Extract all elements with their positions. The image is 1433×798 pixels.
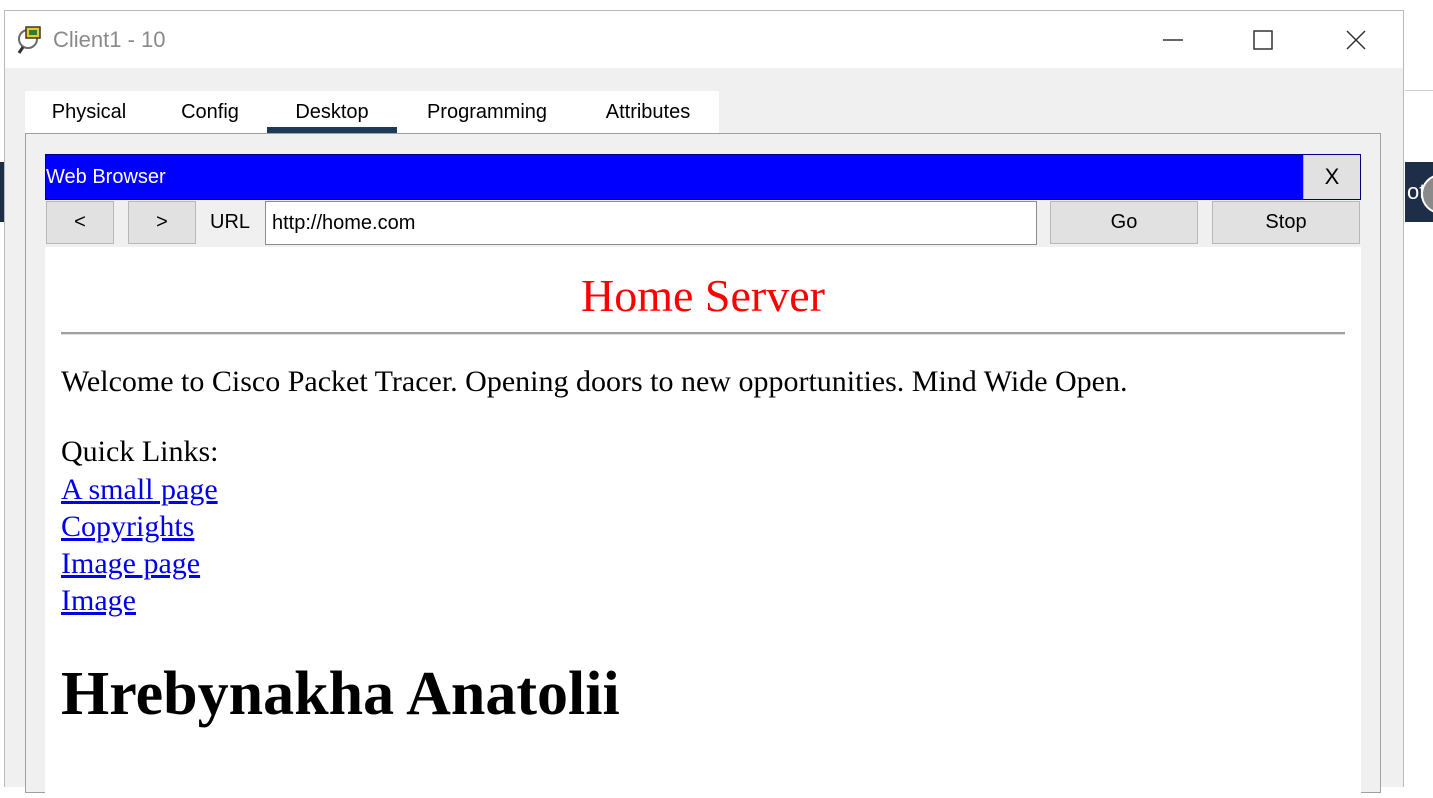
close-window-button[interactable] bbox=[1310, 11, 1402, 68]
minimize-icon bbox=[1163, 38, 1183, 41]
quick-links-label: Quick Links: bbox=[61, 435, 219, 468]
quick-links-list: A small page Copyrights Image page Image bbox=[61, 471, 218, 619]
back-button[interactable]: < bbox=[46, 201, 114, 244]
horizontal-rule bbox=[61, 332, 1345, 335]
link-image[interactable]: Image bbox=[61, 582, 218, 619]
web-browser-titlebar: Web Browser X bbox=[45, 154, 1361, 200]
client-window: Client1 - 10 Physical Config Desktop Pro… bbox=[4, 10, 1404, 798]
tab-desktop[interactable]: Desktop bbox=[267, 91, 397, 133]
link-copyrights[interactable]: Copyrights bbox=[61, 508, 218, 545]
title-bar[interactable]: Client1 - 10 bbox=[5, 11, 1403, 68]
tab-programming[interactable]: Programming bbox=[397, 91, 577, 133]
link-image-page[interactable]: Image page bbox=[61, 545, 218, 582]
close-icon bbox=[1346, 29, 1366, 50]
tab-physical[interactable]: Physical bbox=[25, 91, 153, 133]
welcome-text: Welcome to Cisco Packet Tracer. Opening … bbox=[61, 365, 1128, 398]
tab-attributes[interactable]: Attributes bbox=[577, 91, 719, 133]
maximize-button[interactable] bbox=[1217, 11, 1309, 68]
background-app-right bbox=[1405, 0, 1433, 787]
url-input[interactable] bbox=[265, 201, 1037, 245]
url-label: URL bbox=[210, 211, 251, 233]
pc-app-icon bbox=[17, 25, 47, 55]
tab-bar: Physical Config Desktop Programming Attr… bbox=[25, 91, 719, 133]
link-small-page[interactable]: A small page bbox=[61, 471, 218, 508]
background-divider bbox=[1405, 90, 1433, 91]
forward-button[interactable]: > bbox=[128, 201, 196, 244]
tab-config[interactable]: Config bbox=[153, 91, 267, 133]
page-title: Home Server bbox=[581, 270, 825, 321]
stop-button[interactable]: Stop bbox=[1212, 201, 1360, 244]
web-browser-close-button[interactable]: X bbox=[1303, 155, 1360, 199]
go-button[interactable]: Go bbox=[1050, 201, 1198, 244]
name-heading: Hrebynakha Anatolii bbox=[61, 660, 620, 728]
window-title: Client1 - 10 bbox=[53, 27, 166, 52]
maximize-icon bbox=[1253, 29, 1273, 50]
minimize-button[interactable] bbox=[1127, 11, 1219, 68]
web-browser-title: Web Browser bbox=[46, 166, 166, 188]
browser-page-view[interactable]: Home Server Welcome to Cisco Packet Trac… bbox=[45, 247, 1361, 798]
